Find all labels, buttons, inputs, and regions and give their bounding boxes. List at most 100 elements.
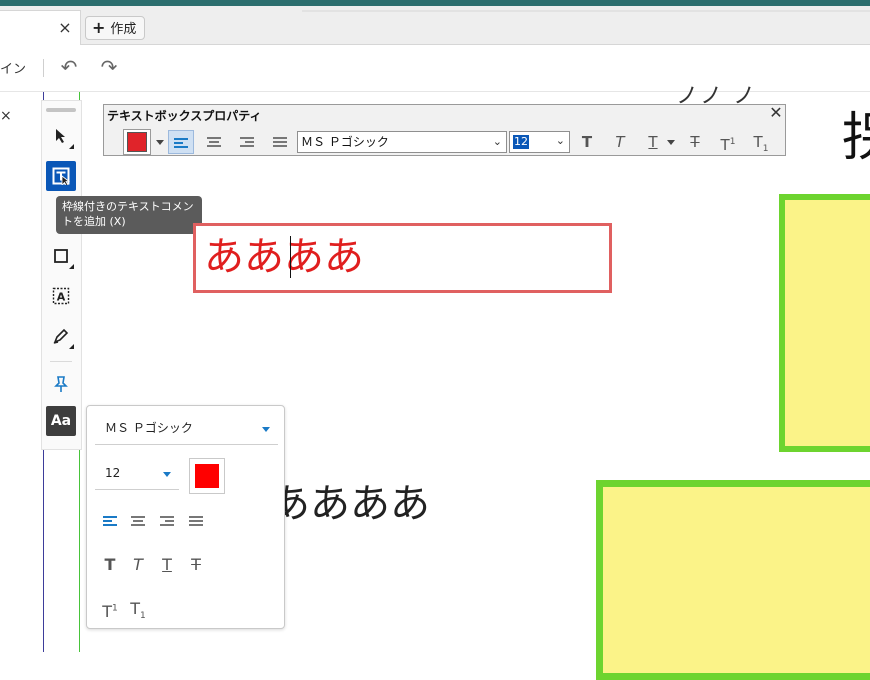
toolbar-cropped-label[interactable]: イン xyxy=(0,58,26,77)
yellow-rectangle-annotation[interactable] xyxy=(596,480,870,680)
submenu-indicator-icon xyxy=(69,344,74,349)
panel-italic-button[interactable]: T xyxy=(125,552,151,578)
bold-icon: T xyxy=(581,133,593,151)
font-settings-panel: ＭＳ Ｐゴシック 12 T T T T T1 T1 xyxy=(86,405,285,629)
text-color-button[interactable] xyxy=(123,129,151,155)
yellow-rectangle-annotation[interactable] xyxy=(779,194,870,452)
panel-subscript-button[interactable]: T1 xyxy=(125,596,151,622)
textbox-properties-toolbar: テキストボックスプロパティ ✕ ＭＳ Ｐゴシック ⌄ 12 ⌄ T T T T … xyxy=(103,104,786,156)
underline-icon: T xyxy=(648,133,658,151)
panel-font-size-select[interactable]: 12 xyxy=(95,462,179,490)
panel-align-right-button[interactable] xyxy=(154,508,180,534)
active-tab[interactable]: × xyxy=(0,10,81,45)
align-justify-button[interactable] xyxy=(267,130,293,154)
bold-icon: T xyxy=(104,555,116,574)
panel-underline-button[interactable]: T xyxy=(154,552,180,578)
subscript-icon: T1 xyxy=(130,599,146,622)
superscript-icon: T1 xyxy=(102,602,118,622)
palette-drag-handle[interactable] xyxy=(46,108,76,112)
panel-color-swatch xyxy=(195,464,219,488)
svg-text:A: A xyxy=(57,291,66,304)
text-caret xyxy=(290,236,291,278)
text-after-caret: ああ xyxy=(284,234,364,280)
tooltip-line-1: 枠線付きのテキストコメン xyxy=(62,200,194,213)
align-center-icon xyxy=(131,515,145,528)
strikethrough-icon: T xyxy=(690,133,700,151)
italic-icon: T xyxy=(133,555,143,574)
tooltip-line-2: トを追加 (X) xyxy=(62,215,126,228)
panel-bold-button[interactable]: T xyxy=(97,552,123,578)
panel-font-family-select[interactable]: ＭＳ Ｐゴシック xyxy=(95,416,278,445)
superscript-button[interactable]: T1 xyxy=(715,130,741,154)
tool-tooltip: 枠線付きのテキストコメン トを追加 (X) xyxy=(56,196,202,234)
color-dropdown-icon[interactable] xyxy=(156,140,164,145)
tab-close-button[interactable]: × xyxy=(56,19,74,37)
font-size-select[interactable]: 12 ⌄ xyxy=(509,131,570,153)
cropped-kanji: 拐 xyxy=(842,108,870,168)
new-tab-button[interactable]: + 作成 xyxy=(85,16,146,40)
undo-icon[interactable]: ↶ xyxy=(57,55,81,79)
align-left-button[interactable] xyxy=(168,130,194,154)
font-family-select[interactable]: ＭＳ Ｐゴシック ⌄ xyxy=(297,131,507,153)
pen-tool-button[interactable] xyxy=(46,321,76,351)
text-annotation[interactable]: ああああ xyxy=(270,478,430,530)
annotation-tool-palette: A Aa xyxy=(41,100,82,450)
rectangle-tool-button[interactable] xyxy=(46,241,76,271)
panel-align-left-button[interactable] xyxy=(97,508,123,534)
redo-icon[interactable]: ↷ xyxy=(97,55,121,79)
underline-button[interactable]: T xyxy=(640,130,666,154)
panel-strikethrough-button[interactable]: T xyxy=(183,552,209,578)
properties-title: テキストボックスプロパティ xyxy=(107,109,262,123)
framed-text-icon xyxy=(52,167,71,187)
panel-align-justify-button[interactable] xyxy=(183,508,209,534)
font-size-value: 12 xyxy=(513,135,529,149)
panel-align-center-button[interactable] xyxy=(125,508,151,534)
align-center-icon xyxy=(207,136,221,149)
subscript-icon: T1 xyxy=(753,133,769,154)
submenu-indicator-icon xyxy=(69,264,74,269)
italic-button[interactable]: T xyxy=(607,130,633,154)
textbox-comment-tool-button[interactable] xyxy=(46,161,76,191)
tab-strip-divider xyxy=(302,10,870,12)
plus-icon: + xyxy=(92,18,106,37)
align-justify-icon xyxy=(273,136,287,149)
textbox-tool-button[interactable]: A xyxy=(46,281,76,311)
strikethrough-icon: T xyxy=(191,555,201,574)
align-center-button[interactable] xyxy=(201,130,227,154)
palette-divider xyxy=(50,361,72,362)
chevron-down-icon: ⌄ xyxy=(555,134,565,147)
panel-superscript-button[interactable]: T1 xyxy=(97,596,123,622)
panel-color-button[interactable] xyxy=(189,458,225,494)
align-left-icon xyxy=(174,137,188,150)
strikethrough-button[interactable]: T xyxy=(682,130,708,154)
pen-icon xyxy=(53,328,69,344)
underline-icon: T xyxy=(162,555,172,574)
chevron-down-icon xyxy=(163,472,171,477)
bold-button[interactable]: T xyxy=(574,130,600,154)
chevron-down-icon xyxy=(262,427,270,432)
italic-icon: T xyxy=(615,133,625,151)
align-right-icon xyxy=(160,515,174,528)
font-family-value: ＭＳ Ｐゴシック xyxy=(301,135,389,149)
tab-bar: × + 作成 xyxy=(0,6,870,45)
cursor-arrow-icon xyxy=(56,129,65,143)
panel-font-size-value: 12 xyxy=(105,466,121,480)
underline-dropdown-icon[interactable] xyxy=(667,140,675,145)
submenu-indicator-icon xyxy=(69,144,74,149)
new-tab-label: 作成 xyxy=(110,22,137,37)
pin-tool-button[interactable] xyxy=(46,369,76,399)
text-before-caret: ああ xyxy=(204,234,284,280)
align-right-button[interactable] xyxy=(234,130,260,154)
left-panel-close-icon[interactable]: × xyxy=(0,108,12,124)
select-tool-button[interactable] xyxy=(46,121,76,151)
font-settings-button[interactable]: Aa xyxy=(46,406,76,436)
subscript-button[interactable]: T1 xyxy=(748,130,774,154)
rectangle-icon xyxy=(54,249,68,263)
text-color-swatch xyxy=(127,132,147,152)
properties-close-icon[interactable]: ✕ xyxy=(768,105,784,121)
editing-textbox-comment[interactable]: ああああ xyxy=(193,223,612,293)
dashed-text-box-icon: A xyxy=(52,287,70,305)
align-left-icon xyxy=(103,515,117,528)
textbox-text[interactable]: ああああ xyxy=(204,232,364,282)
align-justify-icon xyxy=(189,515,203,528)
